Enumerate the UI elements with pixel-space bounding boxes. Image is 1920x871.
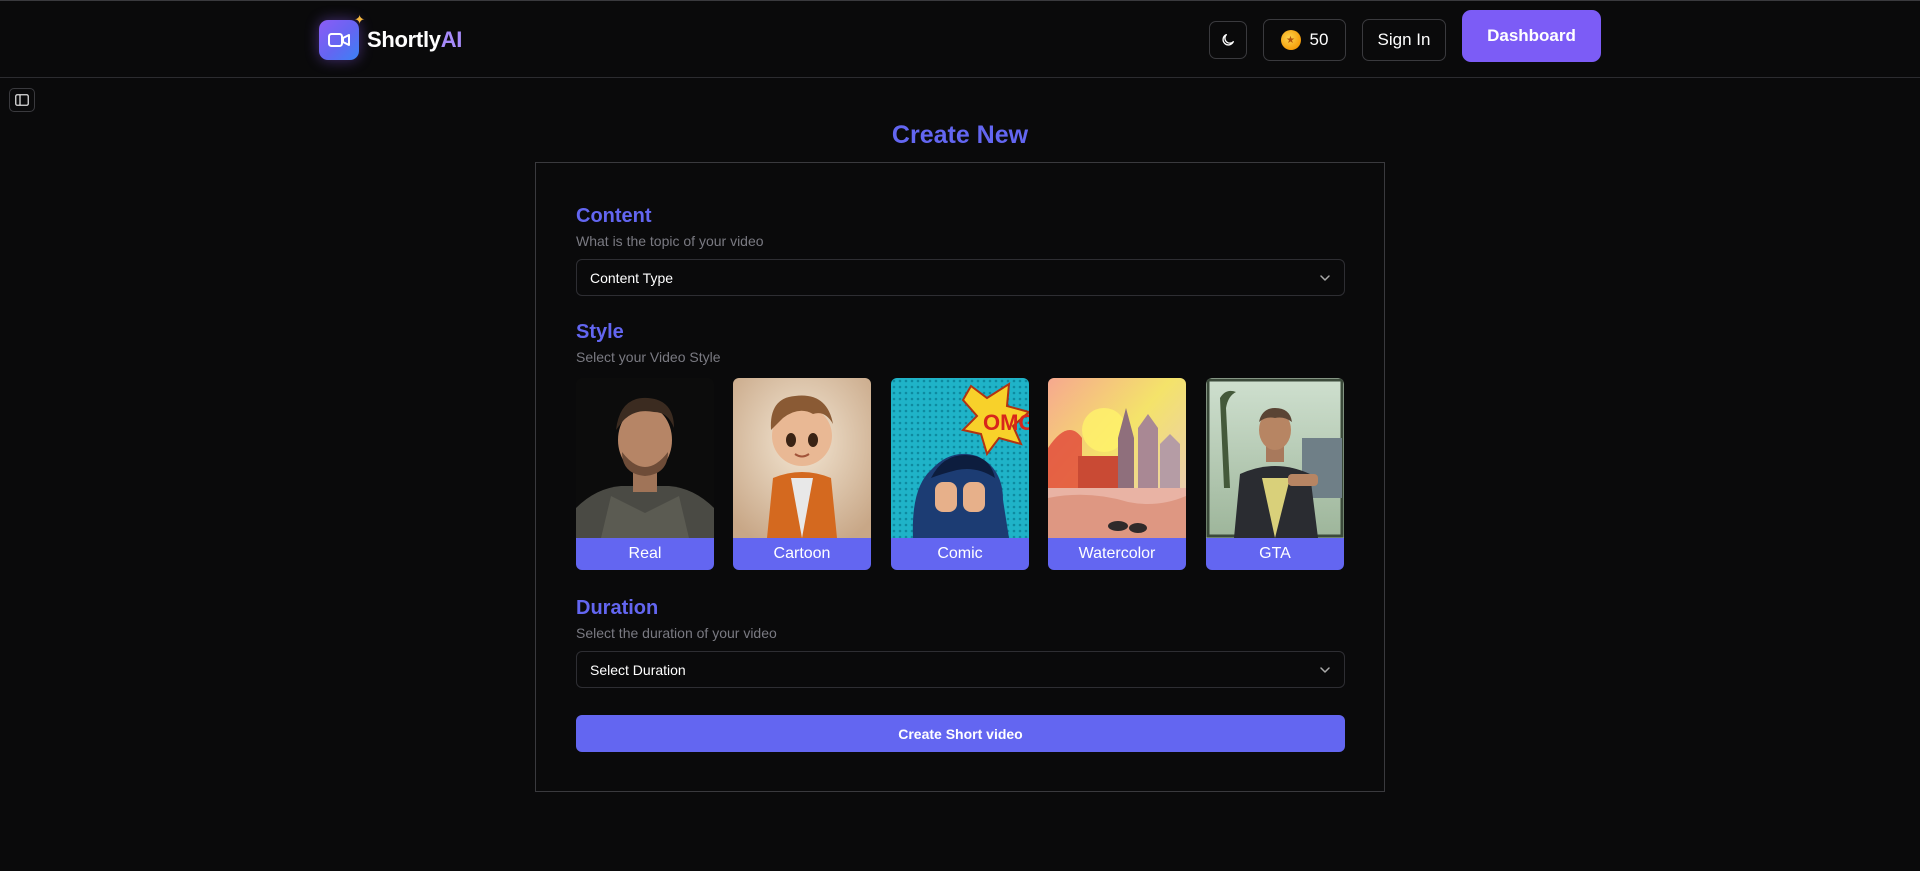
duration-select-value: Select Duration [590, 661, 686, 678]
style-cartoon-image [733, 378, 871, 538]
brand-logo[interactable]: ✦ ShortlyAI [319, 13, 462, 60]
style-real-image [576, 378, 714, 538]
sparkle-icon: ✦ [354, 12, 365, 27]
style-option-label: Cartoon [733, 538, 871, 570]
top-navbar: ✦ ShortlyAI ★ 50 Sign In Dashboard [0, 0, 1920, 78]
theme-toggle-button[interactable] [1209, 21, 1247, 59]
style-option-label: Real [576, 538, 714, 570]
style-option-comic[interactable]: OMG Comic [891, 378, 1029, 570]
style-option-gta[interactable]: GTA [1206, 378, 1344, 570]
content-section-title: Content [576, 205, 652, 227]
duration-section-title: Duration [576, 597, 659, 619]
duration-select[interactable]: Select Duration [576, 651, 1345, 688]
style-gta-image [1206, 378, 1344, 538]
style-option-watercolor[interactable]: Watercolor [1048, 378, 1186, 570]
style-comic-image: OMG [891, 378, 1029, 538]
sidebar-panel-icon [15, 94, 29, 106]
style-option-label: Comic [891, 538, 1029, 570]
create-form-card: Content What is the topic of your video … [535, 162, 1385, 792]
content-type-select[interactable]: Content Type [576, 259, 1345, 296]
style-section-subtitle: Select your Video Style [576, 349, 721, 365]
coin-balance-button[interactable]: ★ 50 [1263, 19, 1346, 61]
style-option-cartoon[interactable]: Cartoon [733, 378, 871, 570]
svg-text:OMG: OMG [983, 410, 1029, 435]
page-title: Create New [891, 121, 1029, 149]
style-option-label: Watercolor [1048, 538, 1186, 570]
style-watercolor-image [1048, 378, 1186, 538]
brand-name: ShortlyAI [367, 27, 462, 53]
sidebar-toggle-button[interactable] [9, 88, 35, 112]
dashboard-button[interactable]: Dashboard [1462, 10, 1601, 62]
sign-in-button[interactable]: Sign In [1362, 19, 1446, 61]
chevron-down-icon [1320, 667, 1330, 673]
style-option-label: GTA [1206, 538, 1344, 570]
brand-name-accent: AI [440, 27, 463, 52]
content-type-select-value: Content Type [590, 269, 674, 286]
style-option-real[interactable]: Real [576, 378, 714, 570]
style-options: Real Cartoon OMG Comic Watercolor GTA [576, 378, 1345, 570]
content-section-subtitle: What is the topic of your video [576, 233, 764, 249]
brand-name-main: Shortly [367, 27, 441, 52]
moon-icon [1222, 34, 1234, 46]
duration-section-subtitle: Select the duration of your video [576, 625, 777, 641]
create-short-video-button[interactable]: Create Short video [576, 715, 1345, 752]
chevron-down-icon [1320, 275, 1330, 281]
coin-count: 50 [1309, 30, 1329, 49]
logo-badge: ✦ [319, 13, 365, 60]
coin-icon: ★ [1280, 30, 1301, 50]
video-icon [328, 33, 350, 47]
style-section-title: Style [576, 321, 624, 343]
